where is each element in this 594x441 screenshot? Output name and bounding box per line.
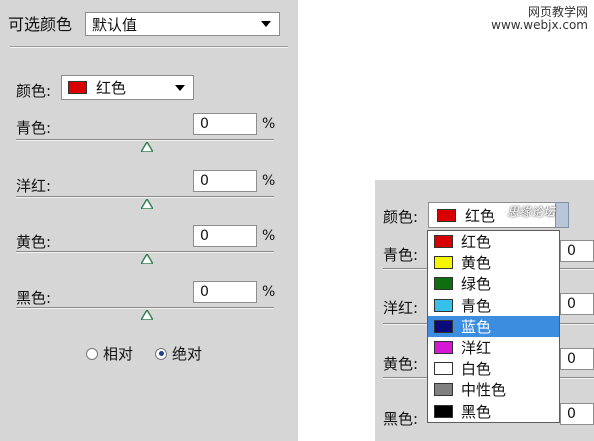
preset-select[interactable]: 默认值 xyxy=(85,12,280,36)
relative-radio-label[interactable]: 相对 xyxy=(103,343,133,364)
dropdown-item-label: 洋红 xyxy=(461,339,492,358)
black-input[interactable]: 0 xyxy=(193,281,257,303)
panel-title-row: 可选颜色 xyxy=(8,10,72,36)
white-swatch-icon xyxy=(434,362,453,376)
black-label: 黑色: xyxy=(16,289,52,307)
cyan-percent-unit: % xyxy=(262,116,276,132)
magenta-slider-track[interactable] xyxy=(16,196,274,198)
dropdown-item-magenta[interactable]: 洋红 xyxy=(428,337,559,358)
dropdown-item-label: 青色 xyxy=(461,296,492,315)
black-swatch-icon xyxy=(434,404,453,418)
dropdown-item-black[interactable]: 黑色 xyxy=(428,401,559,422)
dropdown-item-white[interactable]: 白色 xyxy=(428,358,559,379)
red-swatch-icon xyxy=(68,81,87,94)
yellow-label: 黄色: xyxy=(16,233,52,251)
blue-swatch-icon xyxy=(434,319,453,333)
cyan-slider-thumb-icon[interactable] xyxy=(141,142,153,152)
black-percent-unit: % xyxy=(262,284,276,300)
magenta-label: 洋红: xyxy=(383,299,419,317)
green-swatch-icon xyxy=(434,277,453,291)
cyan-input[interactable]: 0 xyxy=(560,240,594,262)
color-select[interactable]: 红色 xyxy=(61,75,194,100)
yellow-slider-track[interactable] xyxy=(16,251,274,253)
watermark-url: www.webjx.com xyxy=(491,18,588,32)
dropdown-item-blue[interactable]: 蓝色 xyxy=(428,315,559,337)
chevron-down-icon[interactable] xyxy=(261,21,271,27)
black-label: 黑色: xyxy=(383,410,419,428)
absolute-radio-label[interactable]: 绝对 xyxy=(172,343,202,364)
color-select-value: 红色 xyxy=(465,206,496,225)
cyan-label: 青色: xyxy=(16,119,52,137)
panel-title: 可选颜色 xyxy=(8,15,73,34)
color-label: 颜色: xyxy=(383,208,419,226)
forum-badge: 思缘论坛 xyxy=(507,205,556,219)
red-swatch-icon xyxy=(434,235,453,249)
gray-swatch-icon xyxy=(434,383,453,397)
color-label: 颜色: xyxy=(16,82,52,100)
magenta-percent-unit: % xyxy=(262,173,276,189)
cyan-slider-track[interactable] xyxy=(16,139,274,141)
selective-color-panel: 可选颜色 默认值 颜色: 红色 青色: 0 % 洋红: 0 % 黄色: 0 % … xyxy=(0,0,298,441)
yellow-slider-thumb-icon[interactable] xyxy=(141,254,153,264)
dropdown-item-label: 白色 xyxy=(461,360,492,379)
color-select-value: 红色 xyxy=(96,79,127,97)
dropdown-item-red[interactable]: 红色 xyxy=(428,231,559,252)
dropdown-toggle-button[interactable] xyxy=(555,202,569,228)
dropdown-item-label: 红色 xyxy=(461,233,492,252)
dropdown-item-label: 绿色 xyxy=(461,275,492,294)
black-slider-track[interactable] xyxy=(16,307,274,309)
yellow-input[interactable]: 0 xyxy=(193,225,257,247)
yellow-percent-unit: % xyxy=(262,228,276,244)
dropdown-item-cyan[interactable]: 青色 xyxy=(428,295,559,316)
yellow-swatch-icon xyxy=(434,256,453,270)
divider xyxy=(10,46,288,48)
cyan-label: 青色: xyxy=(383,246,419,264)
dropdown-item-green[interactable]: 绿色 xyxy=(428,273,559,294)
site-watermark: 网页教学网 www.webjx.com xyxy=(491,6,588,32)
dropdown-item-label: 蓝色 xyxy=(461,317,492,336)
method-radio-group: 相对 绝对 xyxy=(86,343,202,364)
relative-radio[interactable] xyxy=(86,347,98,360)
color-dropdown-list: 红色 黄色 绿色 青色 蓝色 洋红 白色 中性色 黑色 xyxy=(427,230,560,423)
dropdown-item-label: 中性色 xyxy=(461,381,507,400)
yellow-label: 黄色: xyxy=(383,355,419,373)
dropdown-item-label: 黑色 xyxy=(461,402,492,421)
red-swatch-icon xyxy=(437,208,456,222)
magenta-label: 洋红: xyxy=(16,177,52,195)
magenta-input[interactable]: 0 xyxy=(193,170,257,192)
dropdown-item-label: 黄色 xyxy=(461,254,492,273)
magenta-slider-thumb-icon[interactable] xyxy=(141,199,153,209)
preset-value: 默认值 xyxy=(92,15,138,34)
chevron-down-icon[interactable] xyxy=(175,84,185,91)
dropdown-item-neutral[interactable]: 中性色 xyxy=(428,379,559,400)
magenta-input[interactable]: 0 xyxy=(560,293,594,315)
selective-color-panel-dropdown-open: 颜色: 红色 思缘论坛 青色: 0 洋红: 0 黄色: 0 黑色: 0 红色 黄… xyxy=(375,180,594,441)
cyan-input[interactable]: 0 xyxy=(193,113,257,135)
dropdown-item-yellow[interactable]: 黄色 xyxy=(428,252,559,273)
black-slider-thumb-icon[interactable] xyxy=(141,310,153,320)
cyan-swatch-icon xyxy=(434,298,453,312)
magenta-swatch-icon xyxy=(434,341,453,355)
black-input[interactable]: 0 xyxy=(560,403,594,425)
yellow-input[interactable]: 0 xyxy=(560,348,594,370)
absolute-radio[interactable] xyxy=(155,347,168,360)
